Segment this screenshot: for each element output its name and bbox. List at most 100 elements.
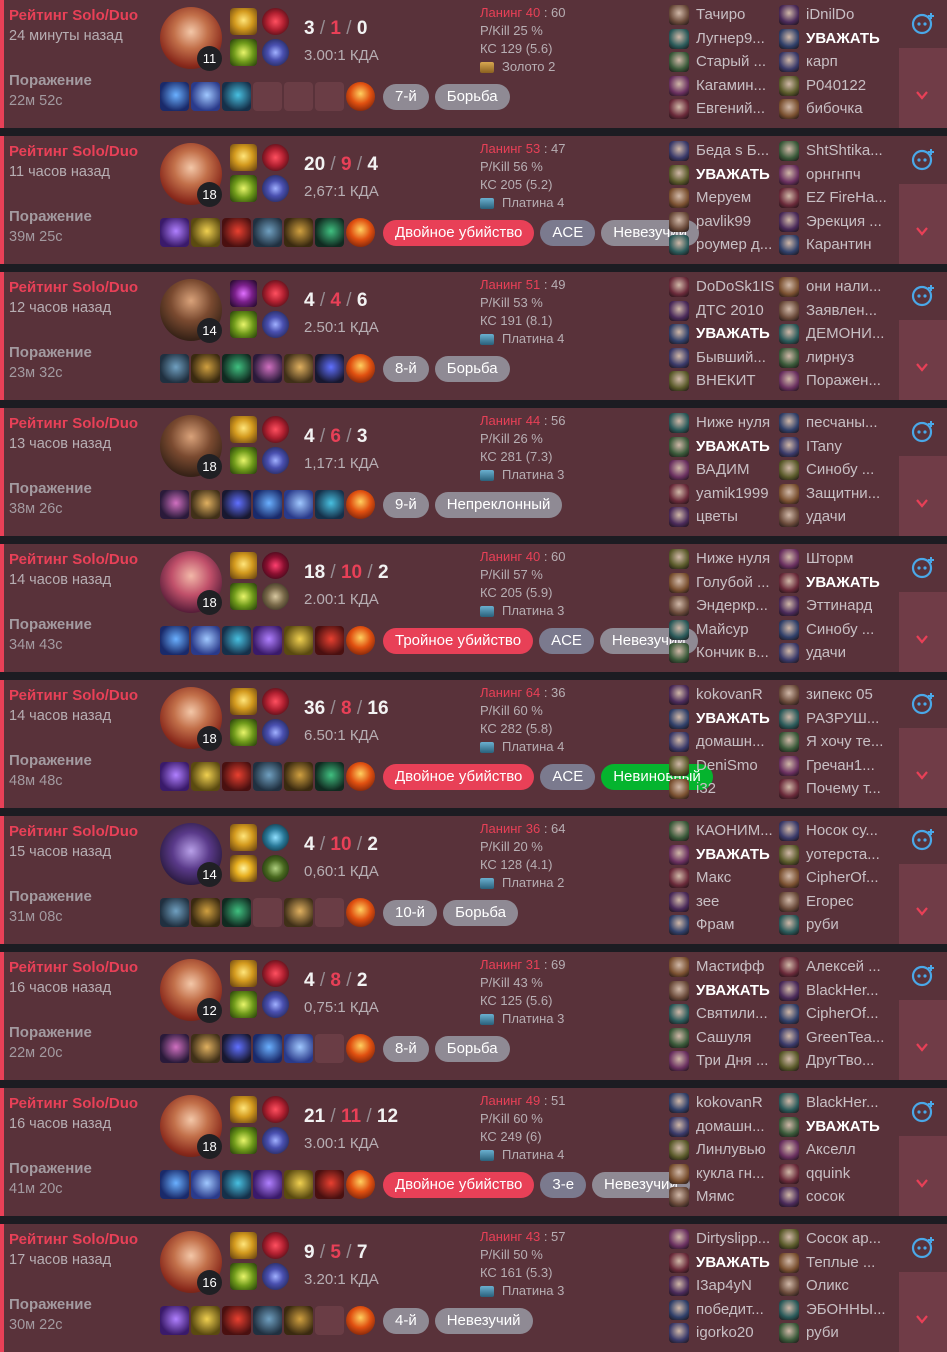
ai-analysis-icon[interactable] — [910, 418, 936, 444]
participant-name[interactable]: ITany — [806, 438, 888, 455]
expand-panel[interactable] — [899, 1136, 947, 1216]
participant-name[interactable]: кукла гн... — [696, 1165, 778, 1182]
achievement-tag[interactable]: 8-й — [383, 1036, 429, 1062]
trinket-ward-icon[interactable] — [346, 82, 375, 111]
item-slot-icon[interactable] — [284, 1170, 313, 1199]
participant-name[interactable]: Алексей ... — [806, 958, 888, 975]
participant[interactable]: ВАДИМ — [668, 459, 778, 481]
participant-name[interactable]: kokovanR — [696, 686, 778, 703]
participant[interactable]: домашн... — [668, 1116, 778, 1138]
participant[interactable]: бибочка — [778, 98, 888, 120]
participant-name[interactable]: Кагамин... — [696, 77, 778, 94]
expand-panel[interactable] — [899, 592, 947, 672]
achievement-tag[interactable]: 4-й — [383, 1308, 429, 1334]
participant[interactable]: кукла гн... — [668, 1163, 778, 1185]
ai-analysis-icon[interactable] — [910, 146, 936, 172]
participant[interactable]: УВАЖАТЬ — [778, 1116, 888, 1138]
participant[interactable]: Мастифф — [668, 956, 778, 978]
expand-panel[interactable] — [899, 1000, 947, 1080]
participant-name[interactable]: ДругТво... — [806, 1052, 888, 1069]
participant-name[interactable]: Святили... — [696, 1005, 778, 1022]
participant[interactable]: уотерста... — [778, 844, 888, 866]
participant-name[interactable]: Мямс — [696, 1188, 778, 1205]
participant-name[interactable]: Сосок ар... — [806, 1230, 888, 1247]
item-slot-icon[interactable] — [284, 1034, 313, 1063]
participant-name[interactable]: Почему т... — [806, 780, 888, 797]
participant-name[interactable]: Эндеркр... — [696, 597, 778, 614]
achievement-tag[interactable]: ACE — [540, 220, 596, 246]
participant-name[interactable]: Защитни... — [806, 485, 888, 502]
participant-name[interactable]: Эттинард — [806, 597, 888, 614]
participant-name[interactable]: сосок — [806, 1188, 888, 1205]
participant-name[interactable]: Ниже нуля — [696, 550, 778, 567]
item-slot-icon[interactable] — [284, 762, 313, 791]
participant[interactable]: УВАЖАТЬ — [668, 844, 778, 866]
participant-name[interactable]: Егорес — [806, 893, 888, 910]
ai-analysis-icon[interactable] — [910, 1234, 936, 1260]
rune-sorcery-icon[interactable] — [262, 39, 289, 66]
participant-name[interactable]: ВАДИМ — [696, 461, 778, 478]
participant[interactable]: цветы — [668, 506, 778, 528]
participant-name[interactable]: УВАЖАТЬ — [806, 574, 888, 591]
achievement-tag[interactable]: Двойное убийство — [383, 764, 535, 790]
participant[interactable]: Макс — [668, 867, 778, 889]
rune-electrocute-icon[interactable] — [262, 144, 289, 171]
participant[interactable]: ДругТво... — [778, 1050, 888, 1072]
participant-name[interactable]: Сашуля — [696, 1029, 778, 1046]
chevron-down-icon[interactable] — [915, 904, 929, 918]
participant[interactable]: ShtShtika... — [778, 140, 888, 162]
item-slot-icon[interactable] — [160, 1170, 189, 1199]
achievement-tag[interactable]: Непреклонный — [434, 492, 563, 518]
participant-name[interactable]: РАЗРУШ... — [806, 710, 888, 727]
item-slot-icon[interactable] — [222, 1034, 251, 1063]
participant[interactable]: ДТС 2010 — [668, 300, 778, 322]
participant-name[interactable]: Мастифф — [696, 958, 778, 975]
chevron-down-icon[interactable] — [915, 632, 929, 646]
participant[interactable]: зее — [668, 891, 778, 913]
item-slot-icon[interactable] — [191, 626, 220, 655]
item-slot-icon[interactable] — [284, 1306, 313, 1335]
participant[interactable]: Я хочу те... — [778, 731, 888, 753]
rune-electrocute-icon[interactable] — [262, 416, 289, 443]
participant-name[interactable]: Акселл — [806, 1141, 888, 1158]
participant-name[interactable]: победит... — [696, 1301, 778, 1318]
participant[interactable]: Ниже нуля — [668, 412, 778, 434]
participant[interactable]: ДЕМОНИ... — [778, 323, 888, 345]
summoner-spell-ghost-icon[interactable] — [230, 39, 257, 66]
summoner-spell-ghost-icon[interactable] — [230, 175, 257, 202]
participant-name[interactable]: Я хочу те... — [806, 733, 888, 750]
participant[interactable]: DoDoSk1IS — [668, 276, 778, 298]
expand-panel[interactable] — [899, 1272, 947, 1352]
participant[interactable]: pavlik99 — [668, 211, 778, 233]
participant-name[interactable]: УВАЖАТЬ — [806, 30, 888, 47]
item-slot-icon[interactable] — [160, 762, 189, 791]
expand-panel[interactable] — [899, 456, 947, 536]
expand-panel[interactable] — [899, 320, 947, 400]
participant[interactable]: GreenTea... — [778, 1027, 888, 1049]
match-card[interactable]: Рейтинг Solo/Duo 15 часов назад Поражение 3… — [0, 816, 947, 944]
participant-name[interactable]: УВАЖАТЬ — [696, 166, 778, 183]
item-slot-icon[interactable] — [253, 626, 282, 655]
achievement-tag[interactable]: 8-й — [383, 356, 429, 382]
summoner-spell-ghost-icon[interactable] — [230, 447, 257, 474]
ai-analysis-icon[interactable] — [910, 826, 936, 852]
rune-electrocute-icon[interactable] — [262, 960, 289, 987]
participant[interactable]: домашн... — [668, 731, 778, 753]
participant[interactable]: yamik1999 — [668, 483, 778, 505]
trinket-ward-icon[interactable] — [346, 1170, 375, 1199]
item-slot-icon[interactable] — [315, 490, 344, 519]
chevron-down-icon[interactable] — [915, 1312, 929, 1326]
chevron-down-icon[interactable] — [915, 768, 929, 782]
participant-name[interactable]: Кончик в... — [696, 644, 778, 661]
trinket-ward-icon[interactable] — [346, 490, 375, 519]
participant[interactable]: Беда s Б... — [668, 140, 778, 162]
item-slot-icon[interactable] — [222, 762, 251, 791]
summoner-spell-smite-icon[interactable] — [230, 552, 257, 579]
participant[interactable]: Синобу ... — [778, 619, 888, 641]
participant-name[interactable]: Фрам — [696, 916, 778, 933]
participant[interactable]: Акселл — [778, 1139, 888, 1161]
item-slot-icon[interactable] — [284, 218, 313, 247]
participant[interactable]: Майсур — [668, 619, 778, 641]
trinket-ward-icon[interactable] — [346, 1034, 375, 1063]
participant-name[interactable]: Теплые ... — [806, 1254, 888, 1271]
